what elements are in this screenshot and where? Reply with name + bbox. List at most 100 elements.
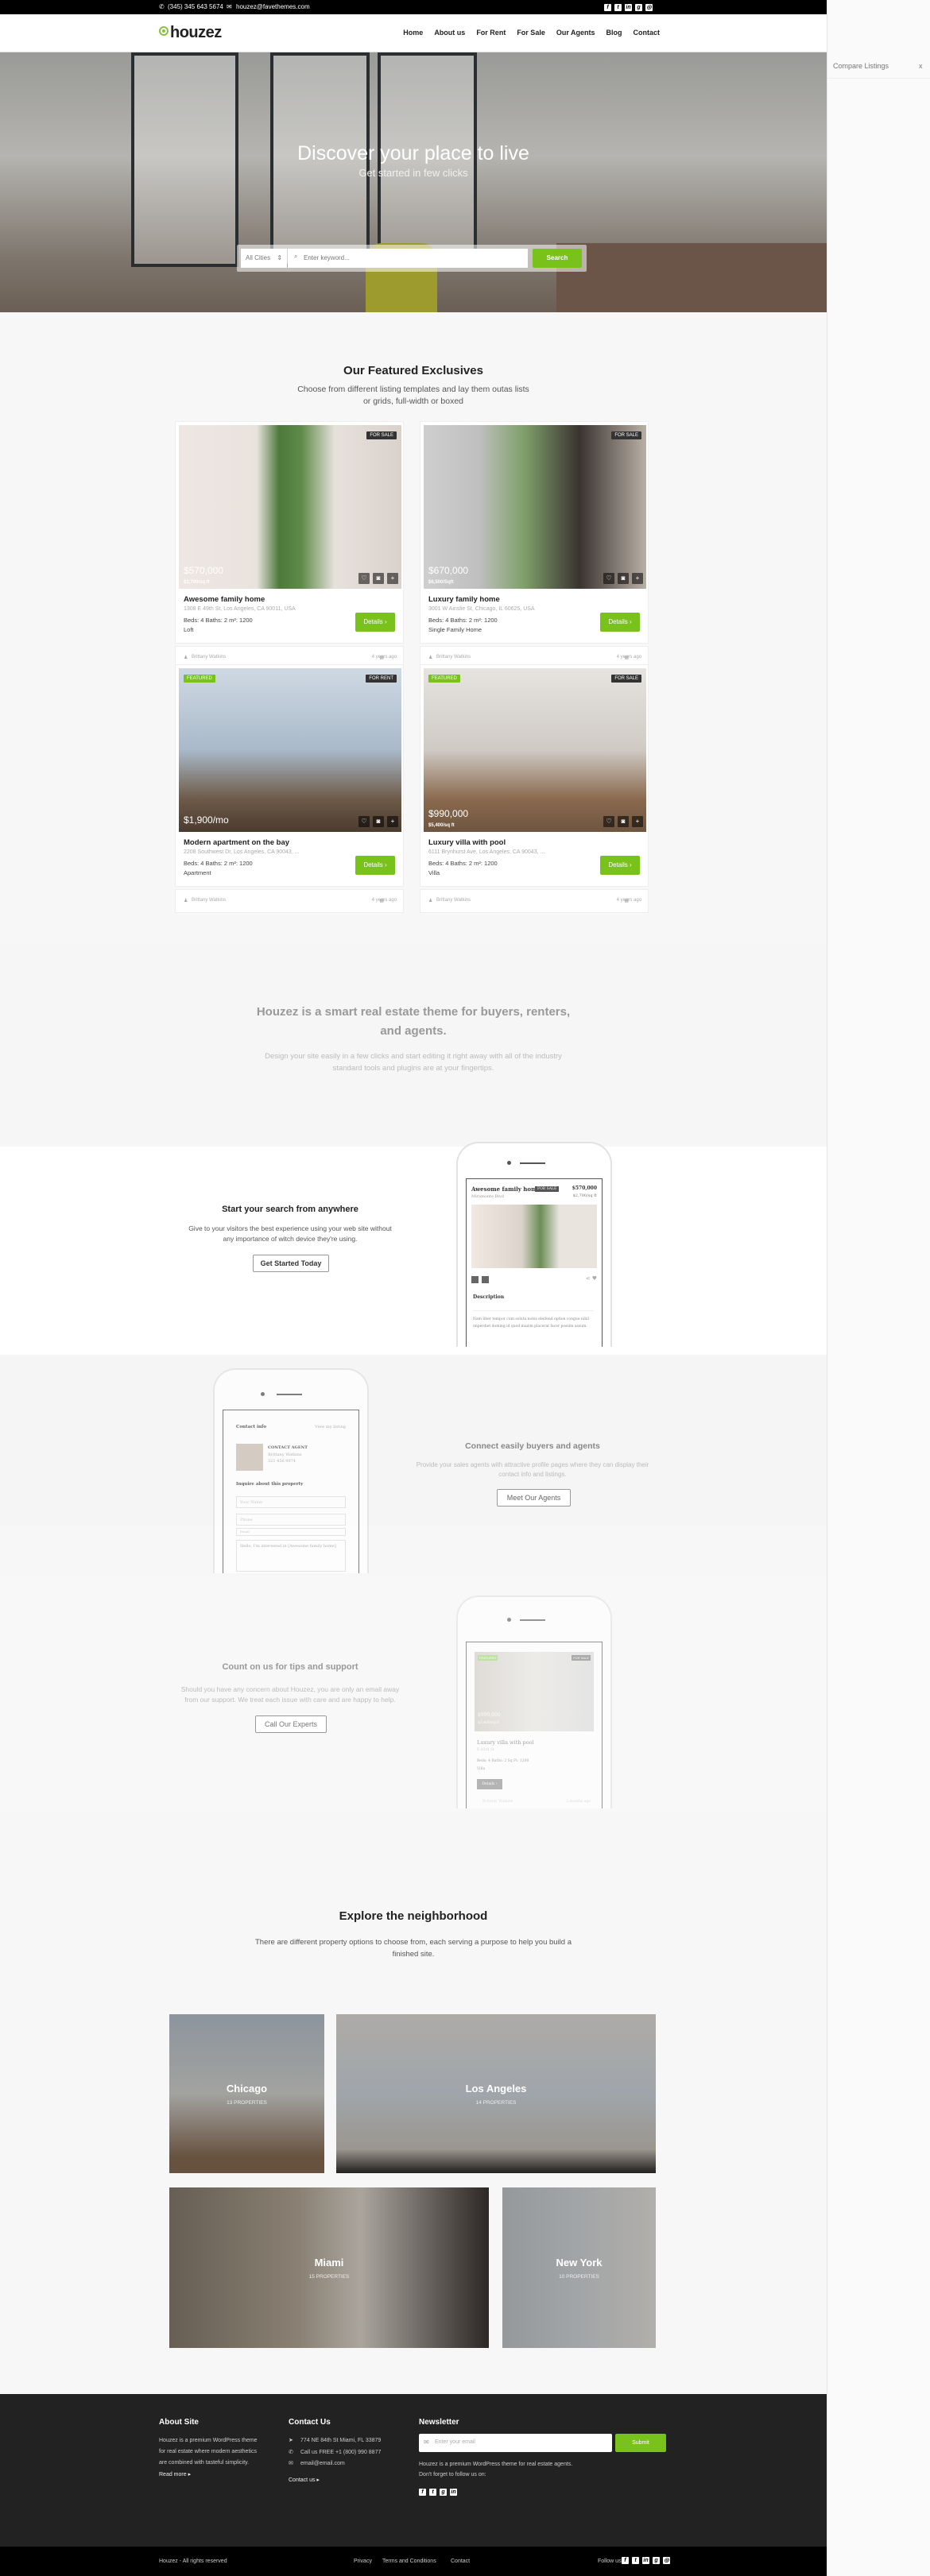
read-more-link[interactable]: Read more ▸ (159, 2470, 191, 2481)
agent-name[interactable]: Brittany Watkins (192, 898, 226, 903)
instagram-icon[interactable]: ◎ (663, 2557, 670, 2564)
twitter-icon[interactable]: t (614, 4, 622, 11)
listing-type: Villa (428, 869, 440, 876)
listing-footer: ♟ Brittany Watkins ▦ 4 years ago (175, 889, 404, 913)
user-icon: ♟ (428, 656, 433, 660)
listing-title[interactable]: Awesome family home (184, 595, 265, 604)
camera-icon[interactable]: ◙ (618, 816, 629, 827)
phone-property-image (475, 1652, 594, 1731)
feature3-text: Should you have any concern about Houzez… (180, 1685, 400, 1704)
favorite-icon[interactable]: ♡ (358, 573, 370, 584)
listing-image[interactable]: FOR SALE $570,000 $2,700/sq ft ♡ ◙ + (179, 425, 401, 589)
agent-name[interactable]: Brittany Watkins (436, 898, 471, 903)
compare-listings-panel: Compare Listings x (827, 0, 930, 2576)
call-experts-button[interactable]: Call Our Experts (255, 1715, 327, 1733)
phone-listing-image (471, 1205, 597, 1268)
linkedin-icon[interactable]: in (642, 2557, 649, 2564)
favorite-icon[interactable]: ♡ (603, 816, 614, 827)
add-compare-icon[interactable]: + (632, 816, 643, 827)
privacy-link[interactable]: Privacy (354, 2559, 372, 2564)
listing-card[interactable]: FEATURED FOR SALE $990,000 $5,400/sq ft … (420, 664, 649, 913)
phone-listing-title: Luxury villa with pool (477, 1739, 534, 1746)
listing-title[interactable]: Luxury family home (428, 595, 500, 604)
listing-price-sqft: $5,400/sq ft (428, 823, 455, 828)
facebook-icon[interactable]: f (604, 4, 611, 11)
neighborhood-card[interactable]: Chicago 13 PROPERTIES (169, 2014, 324, 2173)
listing-card[interactable]: FOR SALE $570,000 $2,700/sq ft ♡ ◙ + Awe… (175, 421, 404, 670)
nav-about[interactable]: About us (434, 29, 465, 37)
search-bar: All Cities ⇕ ⌕ Search (237, 245, 587, 272)
add-compare-icon[interactable]: + (387, 573, 398, 584)
feature1-text: Give to your visitors the best experienc… (188, 1224, 392, 1243)
camera-icon[interactable]: ◙ (618, 573, 629, 584)
main-nav: Home About us For Rent For Sale Our Agents Bl… (392, 29, 660, 37)
details-button[interactable]: Details › (355, 856, 395, 875)
add-compare-icon[interactable]: + (632, 573, 643, 584)
contact-us-link[interactable]: Contact us ▸ (289, 2475, 320, 2486)
listing-image[interactable]: FEATURED FOR SALE $990,000 $5,400/sq ft … (424, 668, 646, 832)
user-icon: ♟ (184, 899, 188, 903)
contact-link[interactable]: Contact (451, 2559, 470, 2564)
facebook-icon[interactable]: f (419, 2489, 426, 2496)
twitter-icon[interactable]: t (429, 2489, 436, 2496)
camera-icon[interactable]: ◙ (373, 816, 384, 827)
phone-price: $990,000 (478, 1712, 501, 1718)
copyright: Houzez - All rights reserved (159, 2559, 227, 2564)
topbar-email[interactable]: houzez@favethemes.com (236, 3, 310, 10)
neighborhood-card[interactable]: Miami 15 PROPERTIES (169, 2187, 489, 2348)
about-title: About Site (159, 2418, 199, 2427)
agent-name[interactable]: Brittany Watkins (436, 655, 471, 659)
phone-details-button: Details › (477, 1779, 502, 1789)
city-select[interactable]: All Cities ⇕ (241, 249, 287, 268)
twitter-icon[interactable]: t (632, 2557, 639, 2564)
nav-blog[interactable]: Blog (606, 29, 622, 37)
listing-image[interactable]: FEATURED FOR RENT $1,900/mo ♡ ◙ + (179, 668, 401, 832)
instagram-icon[interactable]: ◎ (645, 4, 653, 11)
view-listing-link[interactable]: View my listing (315, 1425, 346, 1429)
google-plus-icon[interactable]: g (653, 2557, 660, 2564)
details-button[interactable]: Details › (600, 613, 640, 632)
add-compare-icon[interactable]: + (387, 816, 398, 827)
close-icon[interactable]: x (919, 62, 923, 70)
listing-image[interactable]: FOR SALE $670,000 $6,500/Sqft ♡ ◙ + (424, 425, 646, 589)
nav-for-rent[interactable]: For Rent (476, 29, 506, 37)
terms-link[interactable]: Terms and Conditions (382, 2559, 436, 2564)
logo[interactable]: houzez (159, 24, 222, 42)
contact-email[interactable]: email@email.com (300, 2458, 345, 2470)
city-name: Miami (314, 2256, 344, 2269)
nav-contact[interactable]: Contact (634, 29, 661, 37)
details-button[interactable]: Details › (355, 613, 395, 632)
camera-icon[interactable]: ◙ (373, 573, 384, 584)
agent-name[interactable]: Brittany Watkins (192, 655, 226, 659)
google-plus-icon[interactable]: g (440, 2489, 447, 2496)
neighborhood-card[interactable]: Los Angeles 14 PROPERTIES (336, 2014, 656, 2173)
keyword-input[interactable] (288, 249, 528, 268)
neighborhood-card[interactable]: New York 10 PROPERTIES (502, 2187, 656, 2348)
contact-info-title: Contact info (236, 1425, 267, 1429)
phone-icon: ✆ (159, 3, 165, 10)
nav-home[interactable]: Home (403, 29, 423, 37)
favorite-icon[interactable]: ♡ (358, 816, 370, 827)
newsletter-submit-button[interactable]: Submit (615, 2434, 666, 2452)
listing-title[interactable]: Luxury villa with pool (428, 838, 506, 847)
facebook-icon[interactable]: f (622, 2557, 629, 2564)
listing-meta: Beds: 4 Baths: 2 m²: 1200 (184, 860, 253, 867)
listing-title[interactable]: Modern apartment on the bay (184, 838, 289, 847)
linkedin-icon[interactable]: in (625, 4, 632, 11)
google-plus-icon[interactable]: g (635, 4, 642, 11)
linkedin-icon[interactable]: in (450, 2489, 457, 2496)
meet-agents-button[interactable]: Meet Our Agents (497, 1489, 571, 1507)
listing-card[interactable]: FEATURED FOR RENT $1,900/mo ♡ ◙ + Modern… (175, 664, 404, 913)
listing-card[interactable]: FOR SALE $670,000 $6,500/Sqft ♡ ◙ + Luxu… (420, 421, 649, 670)
get-started-button[interactable]: Get Started Today (253, 1255, 329, 1272)
nav-our-agents[interactable]: Our Agents (556, 29, 595, 37)
details-button[interactable]: Details › (600, 856, 640, 875)
favorite-icon[interactable]: ♡ (603, 573, 614, 584)
newsletter-email-field[interactable]: ✉ Enter your email (419, 2434, 612, 2452)
listing-price: $570,000 (184, 565, 224, 576)
search-button[interactable]: Search (533, 249, 582, 268)
contact-address: 774 NE 84th St Miami, FL 33879 (300, 2438, 382, 2443)
nav-for-sale[interactable]: For Sale (517, 29, 545, 37)
smart-title: Houzez is a smart real estate theme for … (256, 1005, 571, 1038)
phone-listing-title: Awesome family home (471, 1186, 541, 1193)
